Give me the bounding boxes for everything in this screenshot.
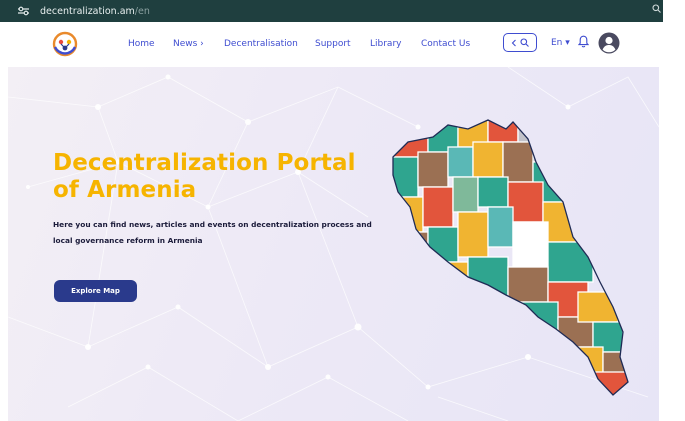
search-icon[interactable] (520, 34, 529, 52)
page-frame: Home News › Decentralisation Support Lib… (8, 22, 659, 421)
nav-item-contact-us[interactable]: Contact Us (421, 39, 470, 49)
top-navbar: Home News › Decentralisation Support Lib… (8, 22, 659, 67)
url-path: /en (134, 5, 150, 17)
language-selector[interactable]: En ▾ (551, 38, 570, 48)
explore-map-button[interactable]: Explore Map (54, 280, 137, 302)
user-avatar-icon[interactable] (598, 32, 620, 59)
browser-url-bar[interactable]: decentralization.am/en (0, 0, 663, 22)
hero-section: Decentralization Portal of Armenia Here … (8, 67, 659, 421)
search-box[interactable] (503, 33, 537, 52)
url-text[interactable]: decentralization.am/en (40, 6, 150, 17)
nav-item-library[interactable]: Library (370, 39, 401, 49)
page-title: Decentralization Portal of Armenia (53, 150, 356, 203)
hero-description: Here you can find news, articles and eve… (53, 220, 372, 245)
search-icon[interactable] (652, 4, 661, 16)
chevron-left-icon[interactable] (511, 34, 517, 52)
nav-item-decentralisation[interactable]: Decentralisation (224, 39, 298, 49)
nav-item-support[interactable]: Support (315, 39, 351, 49)
nav-item-home[interactable]: Home (128, 39, 155, 49)
bell-icon[interactable] (577, 35, 590, 53)
url-host: decentralization.am (40, 5, 135, 17)
nav-item-news[interactable]: News › (173, 39, 204, 49)
region-map[interactable] (388, 117, 638, 397)
tune-icon[interactable] (18, 6, 32, 16)
portal-logo-icon[interactable] (51, 30, 79, 58)
